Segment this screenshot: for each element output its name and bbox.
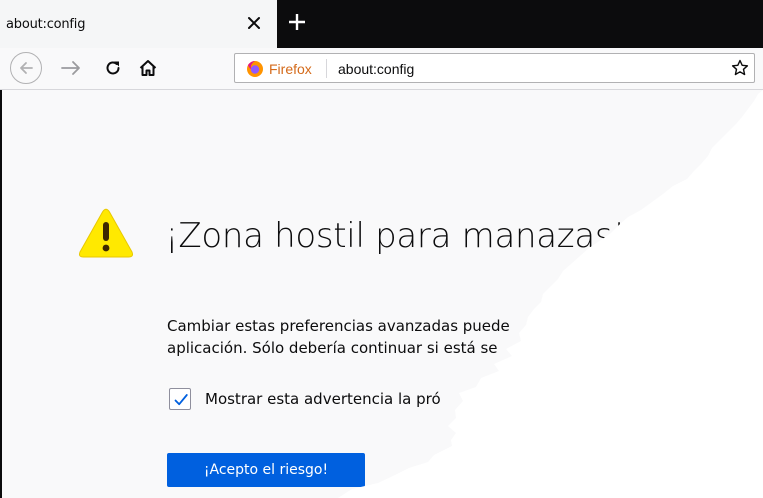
reload-button[interactable]: [103, 58, 123, 83]
warning-description-line-1: Cambiar estas preferencias avanzadas pue…: [167, 317, 510, 335]
url-separator: [326, 59, 327, 78]
home-button[interactable]: [138, 58, 158, 83]
checkmark-icon: [174, 394, 188, 406]
plus-icon[interactable]: [285, 10, 309, 34]
star-icon[interactable]: [731, 59, 749, 82]
home-icon: [139, 60, 157, 76]
tab-about-config[interactable]: about:config: [0, 0, 277, 48]
close-icon[interactable]: [245, 14, 263, 32]
accept-risk-button[interactable]: ¡Acepto el riesgo!: [167, 453, 365, 487]
url-bar[interactable]: Firefox about:config: [234, 53, 755, 83]
warning-description: Cambiar estas preferencias avanzadas pue…: [167, 315, 510, 359]
show-warning-label: Mostrar esta advertencia la pró: [205, 390, 441, 408]
warning-description-line-2: aplicación. Sólo debería continuar si es…: [167, 339, 498, 357]
back-button[interactable]: [10, 52, 42, 84]
firefox-logo-icon: [246, 60, 264, 83]
page-title: ¡Zona hostil para manazas!: [165, 216, 626, 256]
identity-label[interactable]: Firefox: [269, 61, 312, 77]
page-content: ¡Zona hostil para manazas! Cambiar estas…: [2, 90, 763, 498]
tab-title: about:config: [6, 17, 86, 32]
url-text[interactable]: about:config: [338, 61, 414, 77]
arrow-left-icon: [20, 62, 33, 74]
forward-button[interactable]: [60, 58, 82, 83]
reload-icon: [106, 61, 120, 75]
navigation-toolbar: Firefox about:config: [0, 48, 763, 90]
warning-triangle-icon: [78, 208, 134, 265]
show-warning-checkbox[interactable]: [169, 388, 191, 410]
arrow-right-icon: [61, 61, 80, 75]
tab-strip: about:config: [0, 0, 763, 48]
